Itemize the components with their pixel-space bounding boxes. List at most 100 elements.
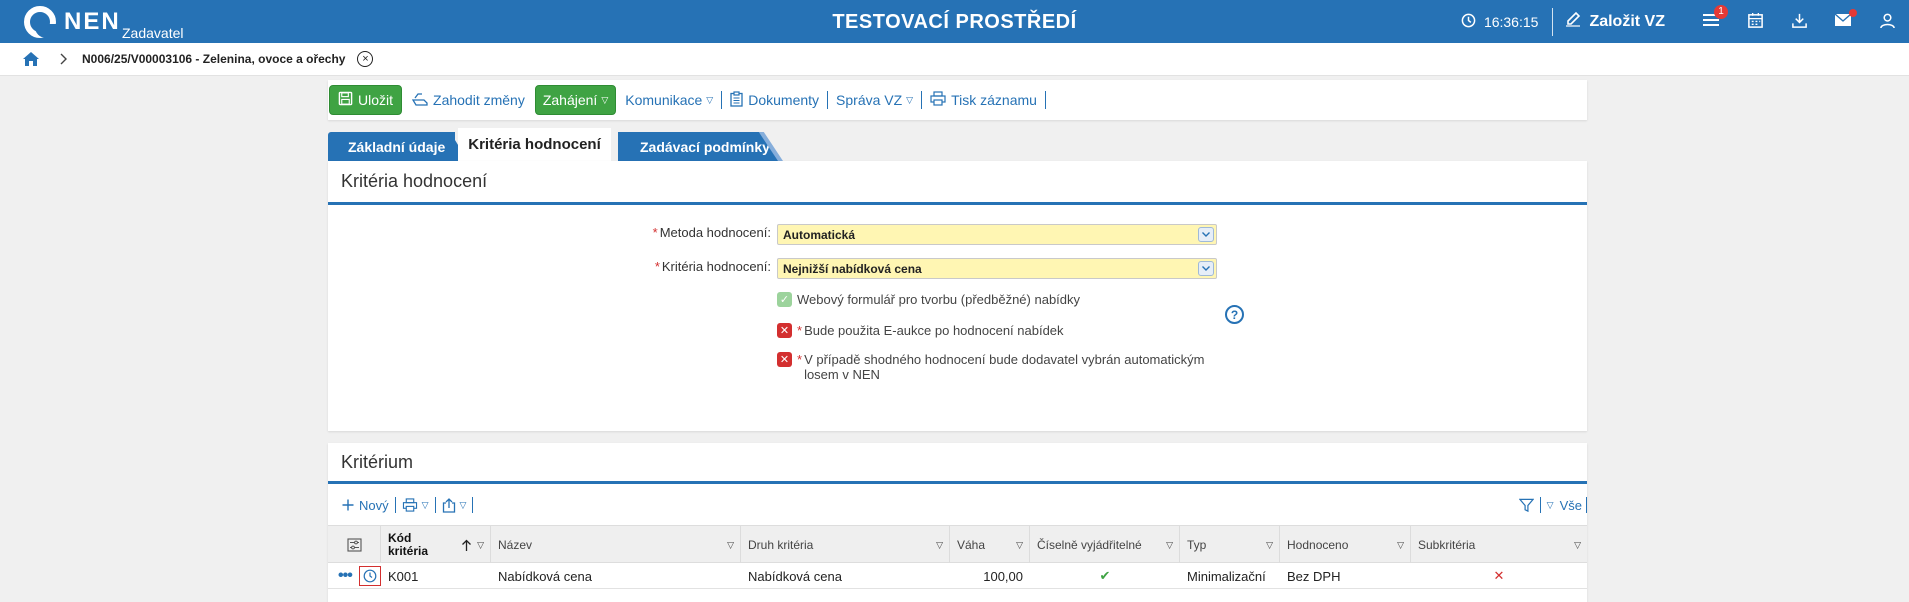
criteria-label-text: Kritéria hodnocení:	[661, 259, 771, 274]
create-vz-button[interactable]: Založit VZ	[1565, 11, 1665, 32]
column-menu-icon[interactable]: ▽	[1016, 540, 1023, 551]
print-dropdown[interactable]: ▽	[396, 498, 435, 512]
column-weight[interactable]: Váha ▽	[950, 526, 1030, 564]
column-menu-icon[interactable]: ▽	[936, 540, 943, 551]
home-icon[interactable]	[22, 51, 40, 67]
column-evaluated-label: Hodnoceno	[1287, 538, 1349, 552]
column-subcriteria[interactable]: Subkritéria ▽	[1411, 526, 1587, 564]
caret-down-icon: ▽	[601, 94, 609, 105]
download-button[interactable]	[1777, 0, 1821, 43]
criteria-section: Kritéria hodnocení * Metoda hodnocení: Au…	[328, 161, 1587, 431]
column-code-label-2: kritéria	[388, 544, 429, 558]
calendar-button[interactable]	[1733, 0, 1777, 43]
criteria-select[interactable]: Nejnižší nabídková cena	[777, 258, 1217, 279]
filter-button[interactable]	[1513, 498, 1540, 513]
chevron-down-icon[interactable]	[1198, 227, 1214, 242]
column-code-label: Kód kritéria	[388, 532, 428, 558]
column-menu-icon[interactable]: ▽	[477, 539, 484, 552]
kriterium-section-title: Kritérium	[328, 443, 1587, 484]
kriterium-section: Kritérium Nový ▽ ▽ ▽ Vše Kód kritéria ▽ …	[328, 443, 1587, 602]
column-subcriteria-label: Subkritéria	[1418, 538, 1476, 552]
new-button[interactable]: Nový	[336, 498, 395, 513]
grid-header: Kód kritéria ▽ Název ▽ Druh kritéria ▽ Vá…	[328, 525, 1587, 564]
start-dropdown-button[interactable]: Zahájení ▽	[534, 85, 617, 115]
management-dropdown[interactable]: Správa VZ ▽	[828, 92, 921, 108]
export-dropdown[interactable]: ▽	[436, 497, 473, 513]
chevron-right-icon	[60, 53, 68, 65]
webform-label: Webový formulář pro tvorbu (předběžné) n…	[797, 292, 1081, 307]
column-type[interactable]: Typ ▽	[1180, 526, 1280, 564]
column-menu-icon[interactable]: ▽	[1166, 540, 1173, 551]
save-button[interactable]: Uložit	[329, 85, 403, 115]
tab-basic[interactable]: Základní údaje	[328, 132, 455, 161]
user-icon	[1879, 12, 1896, 32]
sort-up-icon[interactable]	[461, 539, 472, 552]
column-menu-icon[interactable]: ▽	[727, 540, 734, 551]
tab-conditions[interactable]: Zadávací podmínky	[618, 132, 778, 161]
breadcrumb: N006/25/V00003106 - Zelenina, ovoce a oř…	[0, 43, 1909, 76]
row-actions-button[interactable]: •••	[328, 563, 356, 589]
top-bar: NEN Zadavatel TESTOVACÍ PROSTŘEDÍ 16:36:…	[0, 0, 1909, 43]
column-settings-button[interactable]	[328, 526, 381, 564]
share-icon	[442, 497, 456, 513]
discard-changes-button[interactable]: Zahodit změny	[404, 92, 533, 109]
column-numeric-label: Číselně vyjádřitelné	[1037, 538, 1142, 552]
checkmark-icon: ✔	[1099, 568, 1111, 583]
criteria-label: * Kritéria hodnocení:	[655, 259, 771, 274]
checkbox-unchecked-icon[interactable]: ✕	[777, 352, 792, 367]
caret-down-icon: ▽	[459, 499, 467, 510]
plus-icon	[342, 499, 354, 511]
required-marker: *	[797, 352, 803, 367]
start-label: Zahájení	[542, 92, 598, 108]
method-label: * Metoda hodnocení:	[653, 225, 771, 240]
chevron-down-icon[interactable]	[1198, 261, 1214, 276]
discard-changes-label: Zahodit změny	[433, 92, 525, 108]
print-record-button[interactable]: Tisk záznamu	[922, 91, 1045, 109]
cell-subcriteria: ✕	[1411, 563, 1587, 589]
user-button[interactable]	[1865, 0, 1909, 43]
tab-criteria[interactable]: Kritéria hodnocení	[458, 128, 611, 161]
more-dots-icon[interactable]: •••	[338, 567, 353, 585]
session-clock: 16:36:15	[1461, 13, 1539, 31]
checkbox-unchecked-icon[interactable]: ✕	[777, 323, 792, 338]
lottery-checkbox-row[interactable]: ✕ * V případě shodného hodnocení bude do…	[777, 352, 1204, 382]
communication-dropdown[interactable]: Komunikace ▽	[617, 92, 721, 108]
table-row[interactable]: ••• K001 Nabídková cena Nabídková cena 1…	[328, 563, 1587, 589]
column-name[interactable]: Název ▽	[491, 526, 741, 564]
checkbox-checked-icon[interactable]: ✓	[777, 292, 792, 307]
column-evaluated[interactable]: Hodnoceno ▽	[1280, 526, 1411, 564]
clock-time: 16:36:15	[1483, 13, 1539, 30]
save-icon	[338, 91, 353, 109]
cross-icon: ✕	[1493, 568, 1505, 583]
method-select[interactable]: Automatická	[777, 224, 1217, 245]
history-clock-icon[interactable]	[359, 566, 381, 586]
required-marker: *	[652, 225, 658, 240]
column-code[interactable]: Kód kritéria ▽	[381, 526, 491, 564]
eauction-checkbox-row[interactable]: ✕ * Bude použita E-aukce po hodnocení na…	[777, 323, 1064, 338]
settings-sliders-icon	[346, 538, 362, 552]
edit-icon	[1565, 11, 1581, 32]
column-numeric[interactable]: Číselně vyjádřitelné ▽	[1030, 526, 1180, 564]
criteria-value: Nejnižší nabídková cena	[783, 261, 922, 276]
caret-down-icon: ▽	[906, 94, 914, 105]
menu-button[interactable]: 1	[1689, 0, 1733, 43]
messages-button[interactable]	[1821, 0, 1865, 43]
filter-icon	[1518, 498, 1534, 513]
download-icon	[1791, 12, 1808, 32]
breadcrumb-current[interactable]: N006/25/V00003106 - Zelenina, ovoce a oř…	[82, 52, 345, 66]
toolbar-separator	[1586, 497, 1587, 513]
create-vz-label: Založit VZ	[1589, 12, 1665, 30]
column-code-label-1: Kód	[388, 531, 412, 545]
webform-checkbox-row[interactable]: ✓ Webový formulář pro tvorbu (předběžné)…	[777, 292, 1080, 307]
close-icon[interactable]: ×	[357, 51, 374, 67]
column-menu-icon[interactable]: ▽	[1574, 540, 1581, 551]
column-kind[interactable]: Druh kritéria ▽	[741, 526, 950, 564]
column-menu-icon[interactable]: ▽	[1397, 540, 1404, 551]
column-menu-icon[interactable]: ▽	[1266, 540, 1273, 551]
row-history-button[interactable]	[359, 563, 381, 589]
view-all-dropdown[interactable]: ▽ Vše	[1541, 498, 1586, 513]
printer-icon	[930, 91, 946, 109]
help-icon[interactable]: ?	[1225, 305, 1244, 324]
documents-button[interactable]: Dokumenty	[722, 90, 827, 110]
menu-badge: 1	[1714, 5, 1728, 19]
